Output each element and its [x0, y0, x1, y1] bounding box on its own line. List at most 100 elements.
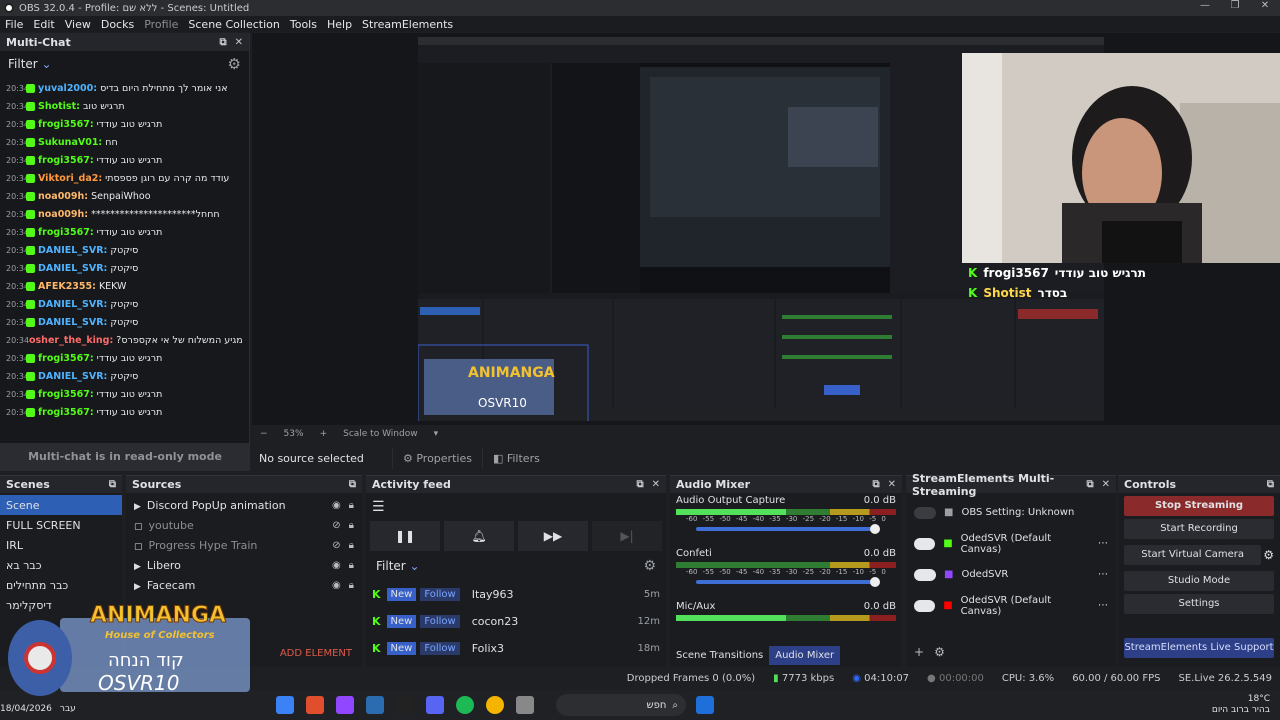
undock-icon[interactable]: ⧉: [636, 479, 643, 490]
bell-icon[interactable]: 🔔︎: [444, 521, 514, 551]
menu-file[interactable]: File: [0, 18, 28, 31]
chat-messages[interactable]: 20:34 yuval2000: אני אומר לך מתחילת היום ב…: [0, 77, 249, 422]
undock-icon[interactable]: ⧉: [349, 479, 356, 490]
lock-icon[interactable]: 🔒︎: [349, 500, 354, 511]
gear-icon[interactable]: ⚙: [643, 558, 656, 574]
discord-icon[interactable]: [426, 696, 444, 714]
gear-icon[interactable]: ⚙: [934, 645, 945, 659]
zoom-out-icon[interactable]: −: [260, 429, 268, 439]
properties-button[interactable]: ⚙ Properties: [392, 447, 482, 469]
add-element-button[interactable]: ADD ELEMENT: [280, 648, 352, 659]
more-icon[interactable]: ⋯: [1098, 538, 1108, 549]
files-icon[interactable]: [276, 696, 294, 714]
menu-streamelements[interactable]: StreamElements: [357, 18, 458, 31]
maximize-icon[interactable]: ❐: [1220, 0, 1250, 11]
apps-icon[interactable]: [366, 696, 384, 714]
close-icon[interactable]: ✕: [888, 479, 896, 490]
activity-item[interactable]: K New Follow Itay963 5m: [366, 581, 666, 608]
eye-icon[interactable]: ◉: [332, 560, 341, 571]
pause-icon[interactable]: ❚❚: [370, 521, 440, 551]
undock-icon[interactable]: ⧉: [109, 479, 116, 490]
scene-item[interactable]: כבר מתחילים: [0, 575, 122, 595]
source-item[interactable]: ▶ Discord PopUp animation ◉ 🔒︎: [126, 495, 362, 515]
lock-icon[interactable]: 🔒︎: [349, 580, 354, 591]
destination-toggle[interactable]: [914, 568, 936, 581]
gear-icon[interactable]: ⚙: [228, 55, 241, 73]
menu-scene-collection[interactable]: Scene Collection: [183, 18, 284, 31]
scene-item[interactable]: כבר בא: [0, 555, 122, 575]
eye-off-icon[interactable]: ⊘: [332, 520, 340, 531]
menu-view[interactable]: View: [60, 18, 96, 31]
filter-icon: ◧: [492, 451, 507, 465]
skip-icon[interactable]: ▶|: [592, 521, 662, 551]
hamburger-icon[interactable]: ☰: [366, 493, 666, 521]
add-icon[interactable]: +: [914, 645, 924, 659]
volume-slider[interactable]: [696, 577, 880, 587]
terminal-icon[interactable]: [396, 696, 414, 714]
tab-audio-mixer[interactable]: Audio Mixer: [769, 646, 841, 665]
lock-icon[interactable]: 🔒︎: [349, 520, 354, 531]
zoom-in-icon[interactable]: +: [320, 429, 328, 439]
filters-button[interactable]: ◧ Filters: [481, 447, 550, 469]
window-icon[interactable]: [516, 696, 534, 714]
undock-icon[interactable]: ⧉: [872, 479, 879, 490]
tab-scene-transitions[interactable]: Scene Transitions: [670, 646, 769, 665]
minimize-icon[interactable]: —: [1190, 0, 1220, 11]
close-icon[interactable]: ✕: [1250, 0, 1280, 11]
scene-item[interactable]: IRL: [0, 535, 122, 555]
taskbar-lang[interactable]: עבר: [60, 704, 76, 714]
spotify-icon[interactable]: [456, 696, 474, 714]
twitch-icon[interactable]: [336, 696, 354, 714]
close-icon[interactable]: ✕: [235, 37, 243, 48]
eye-icon[interactable]: ◉: [332, 580, 341, 591]
chat-filter-dropdown[interactable]: Filter ⌄: [8, 57, 52, 71]
settings-button[interactable]: Settings: [1124, 594, 1274, 614]
close-icon[interactable]: ✕: [1102, 479, 1110, 490]
source-item[interactable]: ▶ Libero ◉ 🔒︎: [126, 555, 362, 575]
source-item[interactable]: ▢ youtube ⊘ 🔒︎: [126, 515, 362, 535]
volume-slider[interactable]: [696, 524, 880, 534]
menu-edit[interactable]: Edit: [28, 18, 59, 31]
start-virtual-camera-button[interactable]: Start Virtual Camera: [1124, 545, 1262, 565]
destination-toggle[interactable]: [914, 506, 936, 519]
activity-filter-dropdown[interactable]: Filter ⌄: [376, 559, 420, 573]
eye-icon[interactable]: ◉: [332, 500, 341, 511]
menu-profile[interactable]: Profile: [139, 18, 183, 31]
source-item[interactable]: ▢ Progress Hype Train ⊘ 🔒︎: [126, 535, 362, 555]
undock-icon[interactable]: ⧉: [1086, 479, 1093, 490]
undock-icon[interactable]: ⧉: [1267, 479, 1274, 490]
close-icon[interactable]: ✕: [652, 479, 660, 490]
chrome-icon[interactable]: [486, 696, 504, 714]
preview-area[interactable]: ANIMANGA OSVR10 K frogi3567 תרגיש טוב עו…: [252, 33, 1280, 443]
more-icon[interactable]: ⋯: [1098, 569, 1108, 580]
activity-item[interactable]: K New Follow Folix3 18m: [366, 635, 666, 662]
destination-toggle[interactable]: [914, 537, 936, 550]
gear-icon[interactable]: ⚙: [1263, 548, 1274, 562]
activity-item[interactable]: K New Follow cocon23 12m: [366, 608, 666, 635]
start-icon[interactable]: [696, 696, 714, 714]
stop-streaming-button[interactable]: Stop Streaming: [1124, 496, 1274, 516]
se-destination: ■ OdedSVR (Default Canvas) ⋯: [906, 528, 1116, 559]
chevron-down-icon[interactable]: ▾: [434, 429, 439, 439]
lock-icon[interactable]: 🔒︎: [349, 540, 354, 551]
undock-icon[interactable]: ⧉: [219, 37, 226, 48]
taskbar-search[interactable]: חפש ⌕: [556, 694, 686, 716]
menu-help[interactable]: Help: [322, 18, 357, 31]
more-icon[interactable]: ⋯: [1098, 600, 1108, 611]
destination-toggle[interactable]: [914, 599, 936, 612]
studio-mode-button[interactable]: Studio Mode: [1124, 571, 1274, 591]
weather-widget[interactable]: 18°C בהיר ברוב היום: [1212, 694, 1270, 716]
source-item[interactable]: ▶ Facecam ◉ 🔒︎: [126, 575, 362, 595]
menu-tools[interactable]: Tools: [285, 18, 322, 31]
lock-icon[interactable]: 🔒︎: [349, 560, 354, 571]
eye-off-icon[interactable]: ⊘: [332, 540, 340, 551]
obs-icon[interactable]: [306, 696, 324, 714]
kick-icon: K: [372, 615, 381, 628]
scene-item[interactable]: FULL SCREEN: [0, 515, 122, 535]
fast-forward-icon[interactable]: ▶▶: [518, 521, 588, 551]
start-recording-button[interactable]: Start Recording: [1124, 519, 1274, 539]
scene-item[interactable]: Scene: [0, 495, 122, 515]
menu-docks[interactable]: Docks: [96, 18, 139, 31]
se-live-support-button[interactable]: StreamElements Live Support: [1124, 638, 1274, 658]
scale-mode-dropdown[interactable]: Scale to Window: [343, 429, 417, 439]
